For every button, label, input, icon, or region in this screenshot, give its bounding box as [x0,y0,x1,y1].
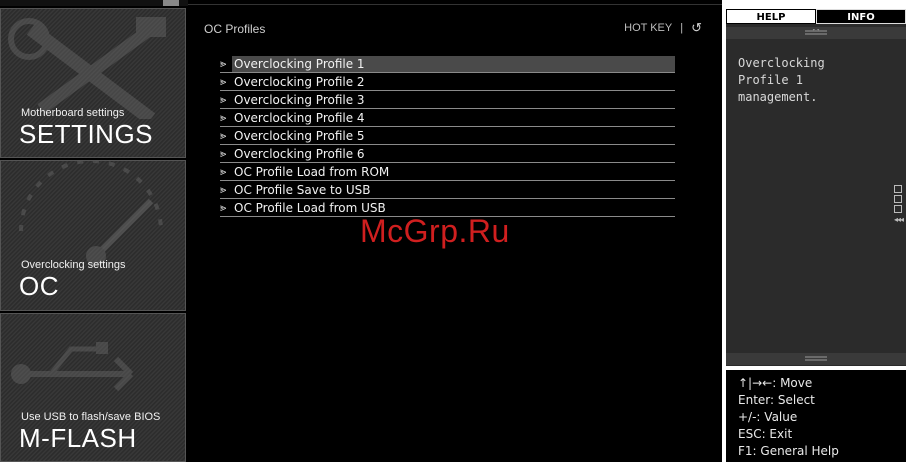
chevron-right-icon: ⪢ [220,147,227,160]
menu-item-highlight: Overclocking Profile 6 [232,146,675,162]
scroll-up-icon [805,29,827,35]
menu-item-highlight: Overclocking Profile 1 [232,56,675,72]
menu-item-highlight: Overclocking Profile 5 [232,128,675,144]
menu-item-label: Overclocking Profile 6 [234,147,365,161]
tools-icon [8,17,166,119]
menu-item[interactable]: ⪢ Overclocking Profile 4 [220,110,675,127]
oc-subtitle: Overclocking settings [21,259,126,271]
key-legend: ↑|→←: Move Enter: Select +/-: Value ESC: Ex… [726,370,906,462]
menu-item[interactable]: ⪢ Overclocking Profile 3 [220,92,675,109]
key-hint: ESC: Exit [738,427,793,441]
menu-item-label: Overclocking Profile 1 [234,57,365,71]
mflash-button[interactable]: Use USB to flash/save BIOS M-FLASH [0,313,186,462]
settings-title: SETTINGS [19,119,154,149]
scroll-up-handle[interactable] [726,27,906,39]
key-hint: Enter: Select [738,393,815,407]
menu-item-label: Overclocking Profile 3 [234,93,365,107]
top-strip-tick [163,0,179,6]
scroll-mark-dots-icon: ◂◂◂ [894,215,904,224]
scroll-down-icon [805,356,827,361]
watermark-text: McGrp.Ru [360,213,510,249]
help-panel: HELP INFO Overclocking Profile 1 managem… [722,0,908,462]
settings-button[interactable]: Motherboard settings SETTINGS [0,8,186,158]
menu-item-highlight: Overclocking Profile 3 [232,92,675,108]
menu-item-label: Overclocking Profile 2 [234,75,365,89]
menu-item-highlight: Overclocking Profile 4 [232,110,675,126]
chevron-right-icon: ⪢ [220,129,227,142]
menu-item[interactable]: ⪢ OC Profile Load from ROM [220,164,675,181]
menu-item-highlight: OC Profile Load from ROM [232,164,675,180]
page-title: OC Profiles [204,22,266,36]
usb-icon [11,342,134,392]
menu-item[interactable]: ⪢ OC Profile Save to USB [220,182,675,199]
chevron-right-icon: ⪢ [220,201,227,214]
hotkey-separator: | [680,22,684,34]
menu-item[interactable]: ⪢ Overclocking Profile 1 [220,56,675,73]
hotkey-label[interactable]: HOT KEY [624,22,672,34]
mflash-subtitle: Use USB to flash/save BIOS [21,411,161,423]
menu-item-highlight: Overclocking Profile 2 [232,74,675,90]
top-strip [0,0,188,6]
menu-item[interactable]: ⪢ Overclocking Profile 6 [220,146,675,163]
menu-item-label: OC Profile Save to USB [234,183,371,197]
help-scrollbar[interactable]: ◂◂◂ [894,185,904,224]
key-hint: ↑|→←: Move [738,376,813,390]
chevron-right-icon: ⪢ [220,75,227,88]
chevron-right-icon: ⪢ [220,57,227,70]
menu-item-label: Overclocking Profile 4 [234,111,365,125]
key-hint: F1: General Help [738,444,839,458]
chevron-right-icon: ⪢ [220,93,227,106]
menu-item-highlight: OC Profile Save to USB [232,182,675,198]
scroll-down-handle[interactable] [726,353,906,365]
tab-help[interactable]: HELP [726,9,816,24]
oc-button[interactable]: Overclocking settings OC [0,160,186,311]
settings-subtitle: Motherboard settings [21,107,125,119]
oc-title: OC [19,271,59,301]
chevron-right-icon: ⪢ [220,111,227,124]
menu-item-label: OC Profile Load from ROM [234,165,390,179]
scroll-mark-square [894,185,902,193]
gauge-icon [19,161,163,266]
tab-info[interactable]: INFO [816,9,906,24]
menu-item[interactable]: ⪢ Overclocking Profile 2 [220,74,675,91]
scroll-mark-square [894,195,902,203]
help-content-area: HELP INFO Overclocking Profile 1 managem… [726,9,906,366]
back-icon[interactable]: ↺ [691,20,702,36]
top-divider [188,4,722,5]
sidebar: Motherboard settings SETTINGS Overclocki… [0,0,188,462]
oc-profile-menu: ⪢ Overclocking Profile 1 ⪢ Overclocking Pro… [220,56,675,218]
help-tabs: HELP INFO [726,9,906,26]
chevron-right-icon: ⪢ [220,165,227,178]
help-description: Overclocking Profile 1 management. [738,56,825,104]
scroll-mark-square [894,205,902,213]
menu-item-label: Overclocking Profile 5 [234,129,365,143]
menu-item[interactable]: ⪢ Overclocking Profile 5 [220,128,675,145]
key-hint: +/-: Value [738,410,798,424]
hotkey-bar: HOT KEY | ↺ [624,20,702,36]
mflash-title: M-FLASH [19,423,137,453]
chevron-right-icon: ⪢ [220,183,227,196]
